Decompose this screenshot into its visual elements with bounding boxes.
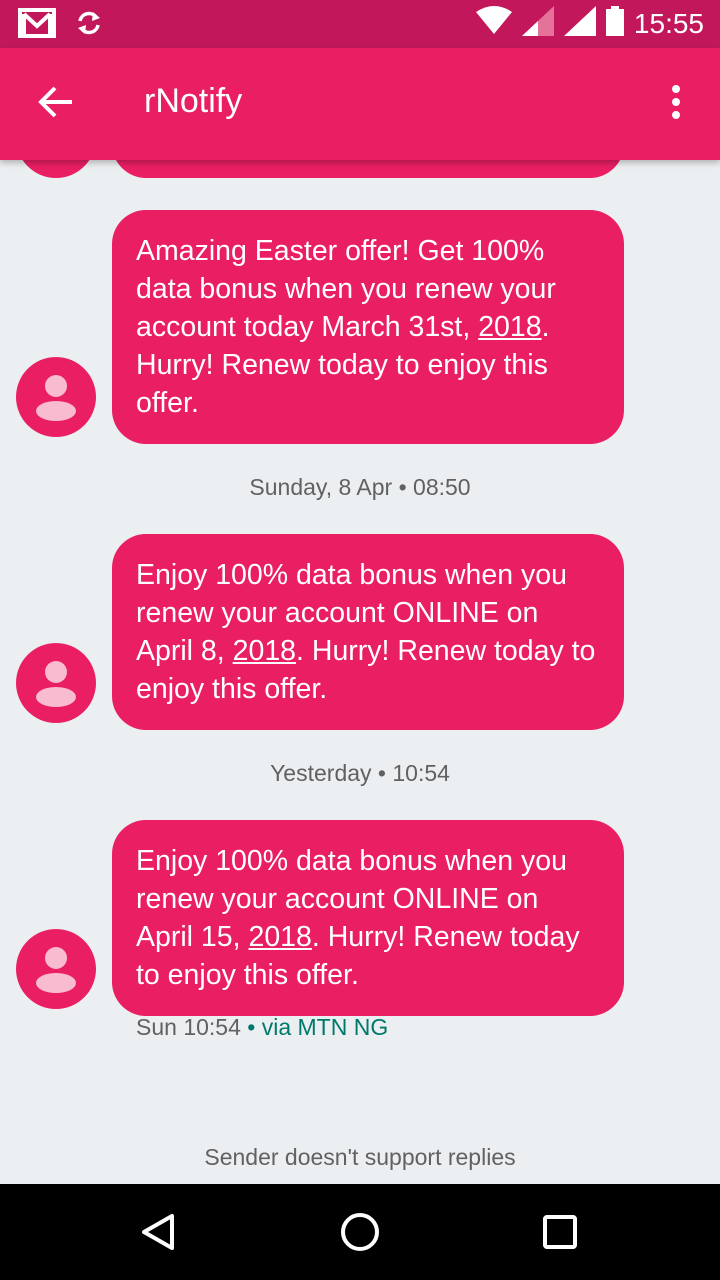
wifi-icon bbox=[475, 6, 512, 41]
battery-icon bbox=[605, 6, 624, 41]
conversation-title: rNotify bbox=[144, 82, 243, 120]
recents-square-icon bbox=[543, 1215, 577, 1249]
message-meta: Sun 10:54 • via MTN NG bbox=[136, 1014, 388, 1041]
back-button[interactable] bbox=[32, 80, 80, 128]
message-bubble[interactable]: Enjoy 100% data bonus when you renew you… bbox=[112, 534, 624, 730]
person-icon bbox=[36, 375, 76, 421]
sender-avatar bbox=[16, 357, 96, 437]
sync-icon bbox=[76, 10, 102, 41]
message-bubble[interactable]: Amazing Easter offer! Get 100% data bonu… bbox=[112, 210, 624, 444]
message-bubble[interactable]: Enjoy 100% data bonus when you renew you… bbox=[112, 820, 624, 1016]
overflow-menu-button[interactable] bbox=[652, 80, 700, 128]
no-reply-notice: Sender doesn't support replies bbox=[204, 1144, 516, 1170]
more-vert-icon bbox=[671, 84, 681, 124]
message-list[interactable]: Amazing Easter offer! Get 100% data bonu… bbox=[0, 160, 720, 1184]
nav-home-button[interactable] bbox=[336, 1208, 384, 1256]
message-time: Sun 10:54 bbox=[136, 1014, 241, 1040]
gmail-icon bbox=[18, 8, 56, 43]
person-icon bbox=[36, 661, 76, 707]
home-circle-icon bbox=[341, 1213, 379, 1251]
date-link[interactable]: 2018 bbox=[248, 921, 311, 953]
sender-avatar-partial bbox=[16, 160, 96, 178]
arrow-left-icon bbox=[38, 86, 74, 123]
meta-separator: • bbox=[240, 1014, 262, 1040]
date-separator: Sunday, 8 Apr • 08:50 bbox=[249, 474, 471, 500]
date-link[interactable]: 2018 bbox=[233, 635, 296, 667]
signal-icon bbox=[521, 6, 554, 41]
date-link[interactable]: 2018 bbox=[478, 311, 541, 343]
message-bubble-partial[interactable] bbox=[112, 160, 624, 178]
app-bar: rNotify bbox=[0, 48, 720, 160]
signal-icon bbox=[563, 6, 596, 41]
system-nav-bar bbox=[0, 1184, 720, 1280]
nav-back-button[interactable] bbox=[136, 1208, 184, 1256]
back-triangle-icon bbox=[142, 1214, 174, 1250]
sender-avatar bbox=[16, 929, 96, 1009]
person-icon bbox=[36, 947, 76, 993]
carrier-label: via MTN NG bbox=[261, 1014, 389, 1040]
date-separator: Yesterday • 10:54 bbox=[270, 760, 450, 786]
status-bar: 15:55 bbox=[0, 0, 720, 48]
status-time: 15:55 bbox=[633, 7, 704, 39]
nav-recents-button[interactable] bbox=[536, 1208, 584, 1256]
sender-avatar bbox=[16, 643, 96, 723]
